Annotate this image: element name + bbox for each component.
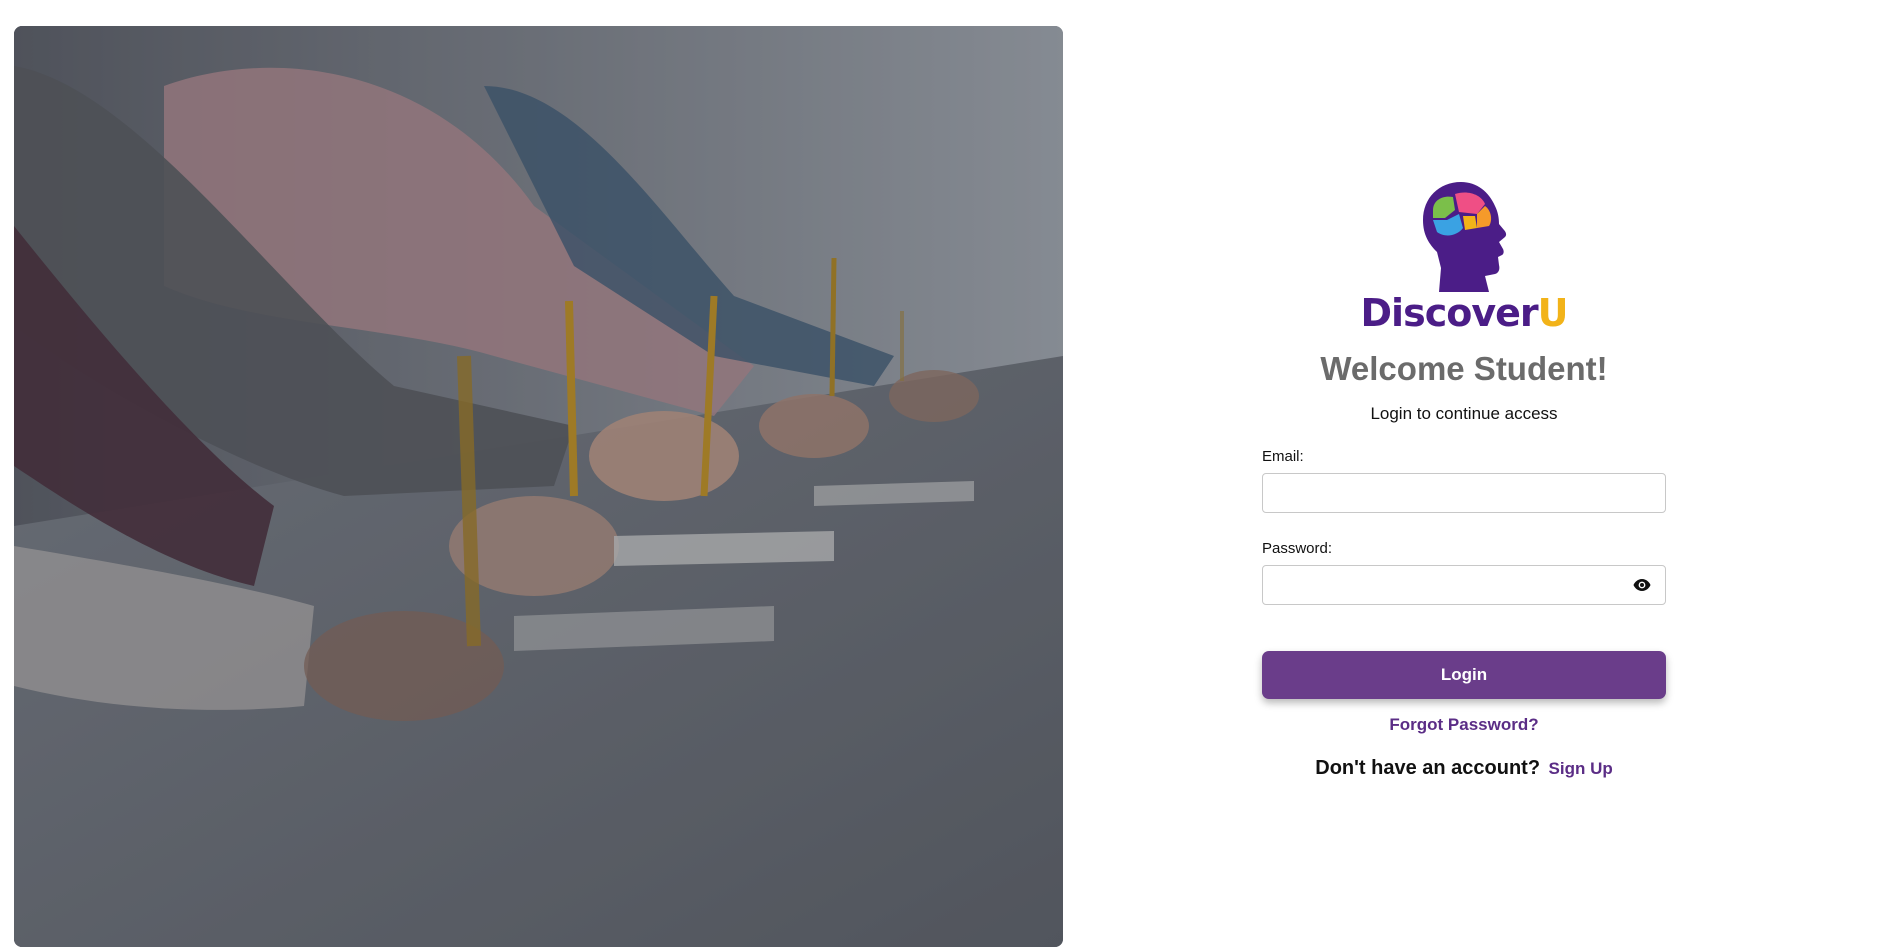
email-field[interactable]: [1263, 474, 1665, 512]
brand-name-accent: U: [1537, 291, 1569, 335]
brain-head-icon: [1423, 182, 1507, 292]
login-button[interactable]: Login: [1262, 651, 1666, 699]
eye-icon: [1633, 579, 1651, 591]
email-label: Email:: [1262, 448, 1304, 465]
signup-row: Don't have an account? Sign Up: [1262, 755, 1666, 783]
login-panel: DiscoverU Welcome Student! Login to cont…: [1262, 180, 1666, 783]
forgot-password-link[interactable]: Forgot Password?: [1262, 715, 1666, 735]
password-label: Password:: [1262, 540, 1333, 557]
page-subtitle: Login to continue access: [1370, 404, 1558, 423]
page-title: Welcome Student!: [1320, 350, 1608, 387]
brand-logo: DiscoverU: [1262, 180, 1666, 335]
sign-up-link[interactable]: Sign Up: [1549, 759, 1613, 778]
brand-name-main: Discover: [1360, 291, 1539, 335]
hero-photo-illustration: [14, 26, 1063, 947]
hero-image: [14, 26, 1063, 947]
brand-wordmark: DiscoverU: [1360, 291, 1569, 335]
password-field[interactable]: [1263, 566, 1665, 604]
login-page: DiscoverU Welcome Student! Login to cont…: [0, 0, 1891, 948]
email-field-container: [1262, 473, 1666, 513]
password-field-container: [1262, 565, 1666, 605]
password-visibility-toggle[interactable]: [1633, 578, 1651, 592]
signup-prompt: Don't have an account?: [1315, 757, 1541, 779]
